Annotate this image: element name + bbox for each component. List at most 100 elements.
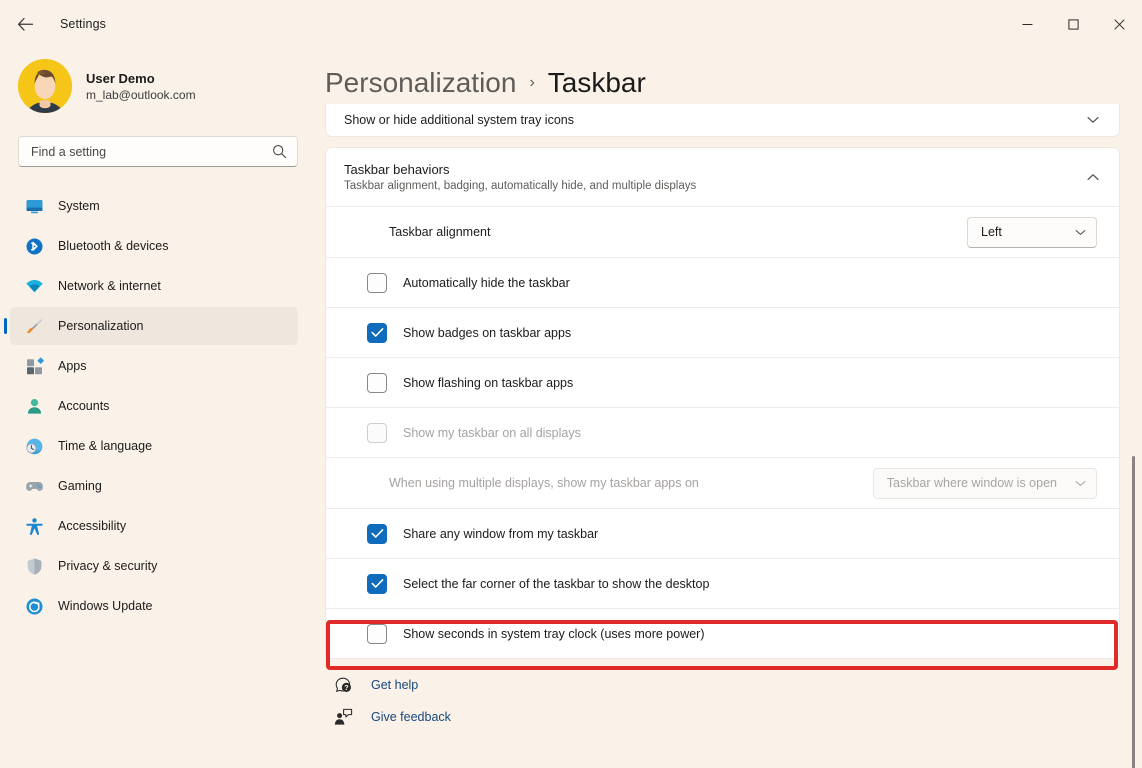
dropdown-value: Left	[981, 225, 1002, 239]
chevron-right-icon: ›	[529, 74, 535, 91]
close-icon	[1113, 18, 1125, 30]
give-feedback-link[interactable]: Give feedback	[333, 707, 1120, 727]
window-controls	[1004, 0, 1142, 48]
shield-icon	[24, 556, 44, 576]
back-button[interactable]	[8, 7, 42, 41]
footer-links: ? Get help Give feedback	[325, 659, 1120, 737]
show-seconds-clock-checkbox[interactable]	[367, 623, 387, 644]
sidebar-item-accessibility[interactable]: Accessibility	[10, 507, 298, 545]
row-show-badges: Show badges on taskbar apps	[326, 307, 1119, 357]
close-button[interactable]	[1096, 0, 1142, 48]
taskbar-behaviors-header[interactable]: Taskbar behaviors Taskbar alignment, bad…	[326, 148, 1119, 206]
refresh-circle-icon	[24, 596, 44, 616]
person-icon	[24, 396, 44, 416]
scrollbar-track[interactable]	[1128, 104, 1138, 768]
minimize-button[interactable]	[1004, 0, 1050, 48]
sidebar-item-label: System	[58, 199, 100, 213]
row-far-corner-desktop: Select the far corner of the taskbar to …	[326, 558, 1119, 608]
get-help-label: Get help	[371, 678, 419, 692]
row-label: Show flashing on taskbar apps	[403, 375, 574, 390]
app-title: Settings	[60, 17, 106, 31]
show-badges-checkbox[interactable]	[367, 322, 387, 343]
row-taskbar-all-displays: Show my taskbar on all displays	[326, 407, 1119, 457]
sidebar-item-label: Accessibility	[58, 519, 127, 533]
give-feedback-label: Give feedback	[371, 710, 451, 724]
paintbrush-icon	[24, 316, 44, 336]
sidebar-item-bluetooth-devices[interactable]: Bluetooth & devices	[10, 227, 298, 265]
checkmark-icon	[371, 529, 383, 538]
sidebar-item-gaming[interactable]: Gaming	[10, 467, 298, 505]
sidebar-item-personalization[interactable]: Personalization	[10, 307, 298, 345]
page-title: Taskbar	[547, 67, 646, 98]
bluetooth-icon	[24, 236, 44, 256]
chevron-down-icon	[1075, 229, 1086, 235]
maximize-button[interactable]	[1050, 0, 1096, 48]
section-subtitle: Taskbar alignment, badging, automaticall…	[344, 180, 697, 192]
row-label: Show badges on taskbar apps	[403, 325, 572, 340]
title-bar: Settings	[0, 0, 1142, 48]
chevron-down-icon	[1087, 117, 1099, 123]
sidebar-item-windows-update[interactable]: Windows Update	[10, 587, 298, 625]
sidebar-item-apps[interactable]: Apps	[10, 347, 298, 385]
search-box[interactable]	[18, 136, 298, 167]
search-input[interactable]	[31, 144, 272, 159]
sidebar-item-privacy-security[interactable]: Privacy & security	[10, 547, 298, 585]
user-email: m_lab@outlook.com	[86, 87, 196, 102]
row-label: Share any window from my taskbar	[403, 526, 599, 541]
clock-globe-icon	[24, 436, 44, 456]
section-title: Taskbar behaviors	[344, 162, 450, 177]
sidebar-item-accounts[interactable]: Accounts	[10, 387, 298, 425]
system-tray-icons-card[interactable]: Show or hide additional system tray icon…	[325, 104, 1120, 137]
svg-text:?: ?	[344, 683, 348, 692]
row-share-any-window: Share any window from my taskbar	[326, 508, 1119, 558]
breadcrumb-parent[interactable]: Personalization	[325, 67, 516, 99]
share-any-window-checkbox[interactable]	[367, 523, 387, 544]
wifi-icon	[24, 276, 44, 296]
sidebar-item-label: Gaming	[58, 479, 102, 493]
minimize-icon	[1022, 23, 1032, 25]
scrollbar-thumb[interactable]	[1132, 456, 1135, 768]
settings-window: Settings User Demo m_lab@outlook.com Fin…	[0, 0, 1142, 768]
user-profile[interactable]: User Demo m_lab@outlook.com	[0, 48, 320, 114]
row-show-flashing: Show flashing on taskbar apps	[326, 357, 1119, 407]
sidebar-nav: System Bluetooth & devices Network & int…	[0, 187, 320, 625]
row-label: Taskbar alignment	[389, 225, 491, 239]
gamepad-icon	[24, 476, 44, 496]
row-label: Automatically hide the taskbar	[403, 275, 570, 290]
sidebar-item-label: Bluetooth & devices	[58, 239, 169, 253]
row-show-seconds-clock: Show seconds in system tray clock (uses …	[326, 608, 1119, 658]
sidebar-item-label: Privacy & security	[58, 559, 158, 573]
maximize-icon	[1067, 18, 1079, 30]
feedback-person-icon	[333, 707, 353, 727]
window-body: User Demo m_lab@outlook.com Find a setti…	[0, 48, 1142, 768]
get-help-link[interactable]: ? Get help	[333, 675, 1120, 695]
user-text: User Demo m_lab@outlook.com	[86, 71, 196, 102]
back-arrow-icon	[17, 17, 33, 31]
sidebar-item-time-language[interactable]: Time & language	[10, 427, 298, 465]
settings-scroll-area: Show or hide additional system tray icon…	[325, 104, 1142, 768]
sidebar-item-network-internet[interactable]: Network & internet	[10, 267, 298, 305]
system-tray-icons-label: Show or hide additional system tray icon…	[344, 113, 574, 127]
auto-hide-taskbar-checkbox[interactable]	[367, 272, 387, 293]
sidebar-item-label: Personalization	[58, 319, 144, 333]
monitor-icon	[24, 196, 44, 216]
show-flashing-checkbox[interactable]	[367, 372, 387, 393]
multiple-displays-apps-dropdown: Taskbar where window is open	[872, 467, 1097, 499]
row-label: Show seconds in system tray clock (uses …	[403, 626, 705, 641]
chevron-up-icon	[1087, 174, 1099, 180]
sidebar: User Demo m_lab@outlook.com Find a setti…	[0, 48, 320, 768]
far-corner-desktop-checkbox[interactable]	[367, 573, 387, 594]
avatar	[18, 59, 72, 113]
sidebar-item-label: Time & language	[58, 439, 153, 453]
help-question-icon: ?	[333, 675, 353, 695]
taskbar-behaviors-card: Taskbar behaviors Taskbar alignment, bad…	[325, 147, 1120, 659]
search-wrapper	[0, 114, 320, 167]
taskbar-alignment-dropdown[interactable]: Left	[967, 216, 1097, 248]
dropdown-value: Taskbar where window is open	[886, 476, 1057, 490]
user-name: User Demo	[86, 70, 155, 86]
checkmark-icon	[371, 579, 383, 588]
sidebar-item-label: Accounts	[58, 399, 110, 413]
sidebar-item-system[interactable]: System	[10, 187, 298, 225]
row-label: Show my taskbar on all displays	[403, 425, 581, 440]
sidebar-item-label: Windows Update	[58, 599, 153, 613]
